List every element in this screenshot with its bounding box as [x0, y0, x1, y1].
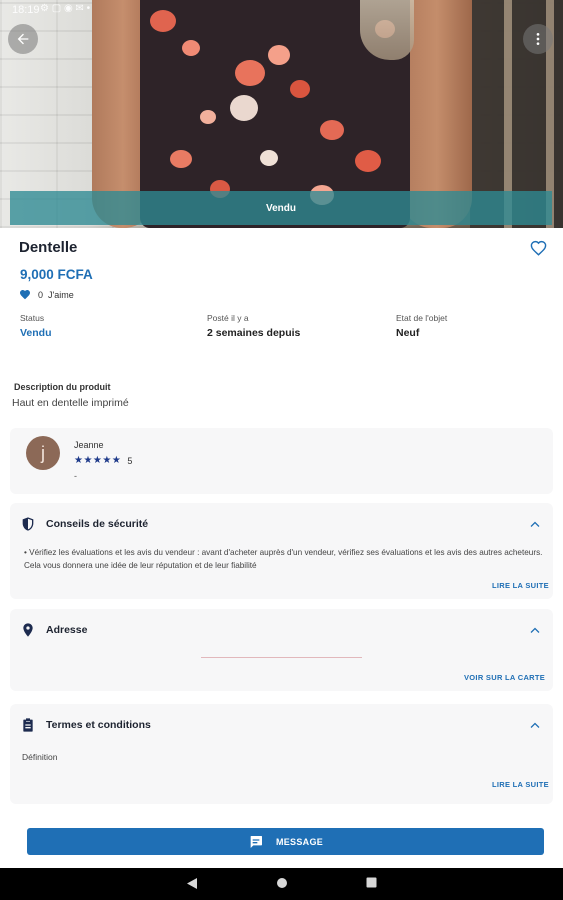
heart-filled-icon [20, 290, 30, 300]
nav-home-icon[interactable] [276, 877, 288, 889]
chat-icon [250, 835, 262, 848]
terms-definition: Définition [22, 752, 58, 762]
posted-label: Posté il y a [207, 313, 249, 323]
terms-card: Termes et conditions Définition LIRE LA … [10, 704, 553, 804]
arrow-left-icon [17, 33, 29, 45]
status-icons: ⚙ ▢ ◉ ✉ • [40, 3, 91, 14]
product-title: Dentelle [19, 239, 78, 256]
status-value: Vendu [20, 327, 52, 339]
location-pin-icon [23, 623, 33, 637]
meta-state: Etat de l'objet Neuf [396, 313, 447, 339]
product-image[interactable]: 18:19 ⚙ ▢ ◉ ✉ • Vendu [0, 0, 563, 228]
nav-back-icon[interactable] [186, 877, 198, 890]
star-rating-icons: ★★★★★ [74, 455, 122, 466]
clipboard-icon [23, 718, 33, 732]
system-nav-bar [0, 868, 563, 900]
status-time: 18:19 [12, 4, 40, 16]
seller-rating: ★★★★★ 5 [74, 455, 132, 466]
safety-title: Conseils de sécurité [46, 518, 149, 530]
meta-posted: Posté il y a 2 semaines depuis [207, 313, 300, 339]
safety-body: • Vérifiez les évaluations et les avis d… [24, 548, 543, 570]
likes-row: 0 J'aime [19, 289, 74, 300]
seller-card[interactable]: j Jeanne ★★★★★ 5 - [10, 428, 553, 494]
safety-read-more-link[interactable]: LIRE LA SUITE [492, 581, 549, 590]
safety-header[interactable]: Conseils de sécurité [20, 516, 148, 532]
heart-outline-icon [530, 240, 547, 256]
address-divider [201, 657, 362, 658]
address-title: Adresse [46, 624, 88, 636]
safety-tips-card: Conseils de sécurité • Vérifiez les éval… [10, 503, 553, 599]
more-vert-icon [536, 33, 540, 45]
address-card: Adresse VOIR SUR LA CARTE [10, 609, 553, 691]
terms-read-more-link[interactable]: LIRE LA SUITE [492, 780, 549, 789]
more-options-button[interactable] [523, 24, 553, 54]
posted-value: 2 semaines depuis [207, 327, 301, 339]
sold-banner: Vendu [10, 191, 552, 225]
message-button-label: MESSAGE [275, 836, 324, 847]
meta-status: Status Vendu [20, 313, 52, 339]
terms-header[interactable]: Termes et conditions [20, 717, 151, 733]
chevron-up-icon[interactable] [529, 625, 541, 635]
avatar: j [26, 436, 60, 470]
description-text: Haut en dentelle imprimé [12, 397, 129, 409]
likes-label: J'aime [48, 289, 74, 300]
likes-count: 0 [38, 289, 44, 300]
shield-icon [22, 517, 34, 531]
state-label: Etat de l'objet [396, 313, 448, 323]
product-price: 9,000 FCFA [20, 267, 93, 282]
status-label: Status [20, 313, 45, 323]
seller-subtitle: - [74, 471, 77, 481]
state-value: Neuf [396, 327, 420, 339]
chevron-up-icon[interactable] [529, 519, 541, 529]
nav-recents-icon[interactable] [366, 877, 377, 888]
back-button[interactable] [8, 24, 38, 54]
address-header[interactable]: Adresse [20, 622, 87, 638]
description-label: Description du produit [14, 382, 111, 392]
favorite-button[interactable] [530, 240, 547, 261]
message-button[interactable]: MESSAGE [27, 828, 544, 855]
chevron-up-icon[interactable] [529, 720, 541, 730]
rating-value: 5 [127, 455, 133, 466]
status-bar: 18:19 ⚙ ▢ ◉ ✉ • [0, 0, 563, 20]
view-map-link[interactable]: VOIR SUR LA CARTE [464, 673, 545, 682]
seller-name: Jeanne [74, 440, 104, 450]
terms-title: Termes et conditions [46, 719, 151, 731]
